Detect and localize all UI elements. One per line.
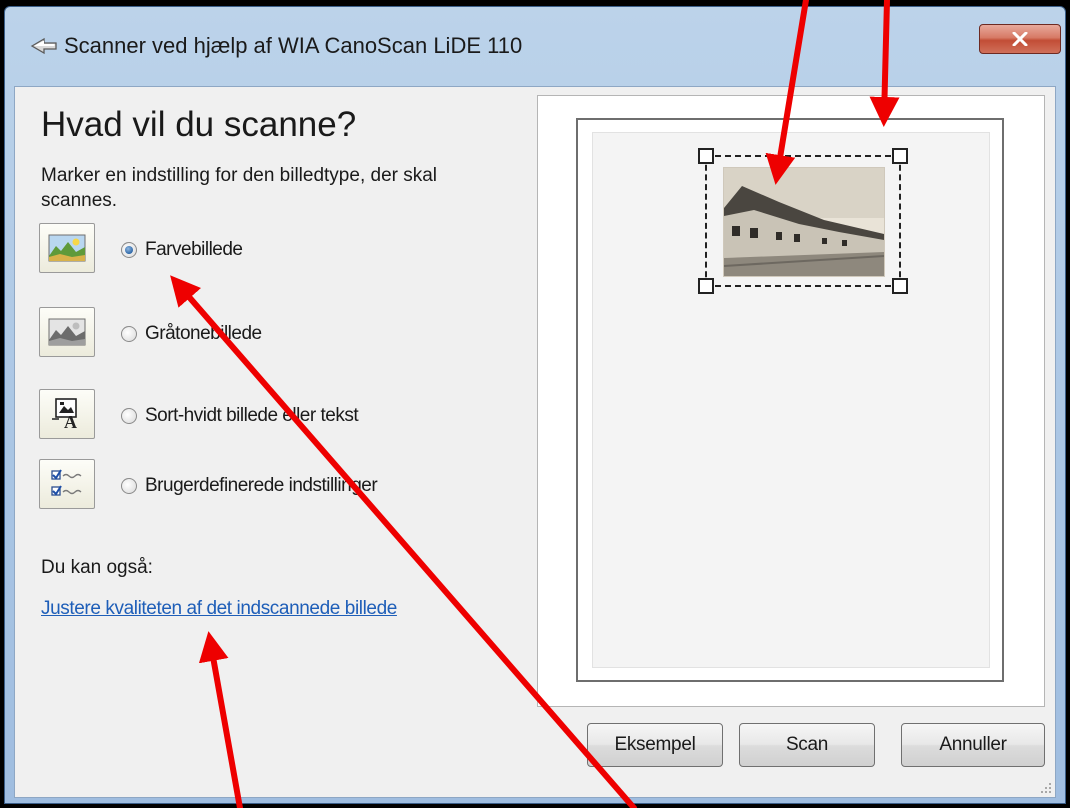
black-white-text-icon: A: [52, 398, 77, 431]
grayscale-picture-button[interactable]: [39, 307, 95, 357]
scanned-photo-preview: [723, 167, 885, 277]
svg-text:A: A: [64, 412, 77, 431]
preview-frame: [576, 118, 1004, 682]
resize-handle-bottom-left[interactable]: [698, 278, 714, 294]
custom-settings-button[interactable]: [39, 459, 95, 509]
instruction-text: Marker en indstilling for den billedtype…: [41, 165, 438, 211]
radio-button[interactable]: [121, 408, 137, 424]
close-button[interactable]: [979, 24, 1061, 54]
resize-grip-icon[interactable]: [1039, 781, 1053, 795]
title-bar[interactable]: Scanner ved hjælp af WIA CanoScan LiDE 1…: [4, 6, 1066, 78]
preview-button[interactable]: Eksempel: [587, 723, 723, 767]
radio-custom-settings[interactable]: Brugerdefinerede indstillinger: [121, 475, 378, 497]
option-label: Brugerdefinerede indstillinger: [145, 475, 378, 496]
option-label: Farvebillede: [145, 239, 243, 260]
grayscale-picture-icon: [48, 318, 86, 346]
scan-preview-pane: [537, 95, 1045, 707]
scanner-dialog: Scanner ved hjælp af WIA CanoScan LiDE 1…: [0, 0, 1070, 808]
window-title: Scanner ved hjælp af WIA CanoScan LiDE 1…: [64, 33, 523, 58]
radio-button-selected[interactable]: [121, 242, 137, 258]
page-title: Hvad vil du scanne?: [41, 105, 357, 144]
radio-black-white-text[interactable]: Sort-hvidt billede eller tekst: [121, 405, 359, 427]
dialog-client-area: Hvad vil du scanne? Marker en indstillin…: [14, 86, 1056, 798]
house-photo-image: [724, 168, 884, 276]
custom-settings-icon: [51, 469, 82, 496]
color-picture-icon: [48, 234, 86, 262]
also-label: Du kan også:: [41, 557, 153, 578]
crop-selection[interactable]: [698, 148, 908, 294]
resize-handle-top-right[interactable]: [892, 148, 908, 164]
color-picture-button[interactable]: [39, 223, 95, 273]
close-icon: [1012, 32, 1028, 46]
resize-handle-top-left[interactable]: [698, 148, 714, 164]
radio-grayscale-picture[interactable]: Gråtonebillede: [121, 323, 262, 345]
radio-button[interactable]: [121, 326, 137, 342]
resize-handle-bottom-right[interactable]: [892, 278, 908, 294]
adjust-quality-link[interactable]: Justere kvaliteten af det indscannede bi…: [41, 598, 397, 620]
option-label: Sort-hvidt billede eller tekst: [145, 405, 359, 426]
scanner-app-icon: [30, 37, 57, 55]
black-white-text-button[interactable]: A: [39, 389, 95, 439]
option-label: Gråtonebillede: [145, 323, 262, 344]
cancel-button[interactable]: Annuller: [901, 723, 1045, 767]
scanner-bed: [592, 132, 990, 668]
radio-button[interactable]: [121, 478, 137, 494]
scan-button[interactable]: Scan: [739, 723, 875, 767]
radio-color-picture[interactable]: Farvebillede: [121, 239, 243, 261]
